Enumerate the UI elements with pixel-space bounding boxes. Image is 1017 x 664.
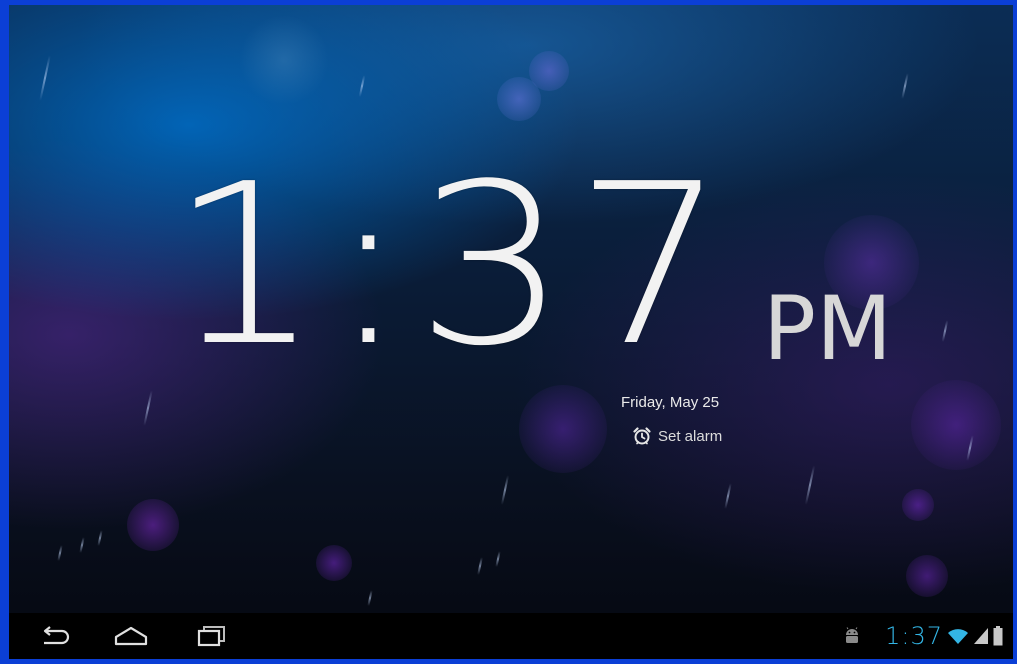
lockscreen: 1:37 PM Friday, May 25 Set alarm 1:37 [9, 5, 1013, 659]
recent-apps-icon [194, 625, 228, 647]
system-bar: 1:37 [9, 613, 1013, 659]
signal-icon [973, 627, 989, 645]
status-area[interactable]: 1:37 [843, 621, 1003, 651]
set-alarm-button[interactable]: Set alarm [632, 426, 722, 446]
home-button[interactable] [109, 621, 153, 651]
home-icon [112, 625, 150, 647]
set-alarm-label: Set alarm [658, 427, 723, 445]
status-bar-clock: 1:37 [885, 622, 943, 650]
back-button[interactable] [33, 621, 77, 651]
wifi-icon [947, 627, 969, 645]
android-notification-icon [843, 626, 861, 646]
lockscreen-clock: 1:37 [169, 137, 734, 395]
recent-apps-button[interactable] [189, 621, 233, 651]
lockscreen-ampm: PM [763, 277, 892, 380]
device-frame: 1:37 PM Friday, May 25 Set alarm 1:37 [0, 0, 1017, 664]
battery-icon [993, 626, 1003, 646]
lockscreen-date: Friday, May 25 [621, 394, 720, 411]
alarm-clock-icon [632, 426, 652, 446]
back-icon [38, 625, 72, 647]
